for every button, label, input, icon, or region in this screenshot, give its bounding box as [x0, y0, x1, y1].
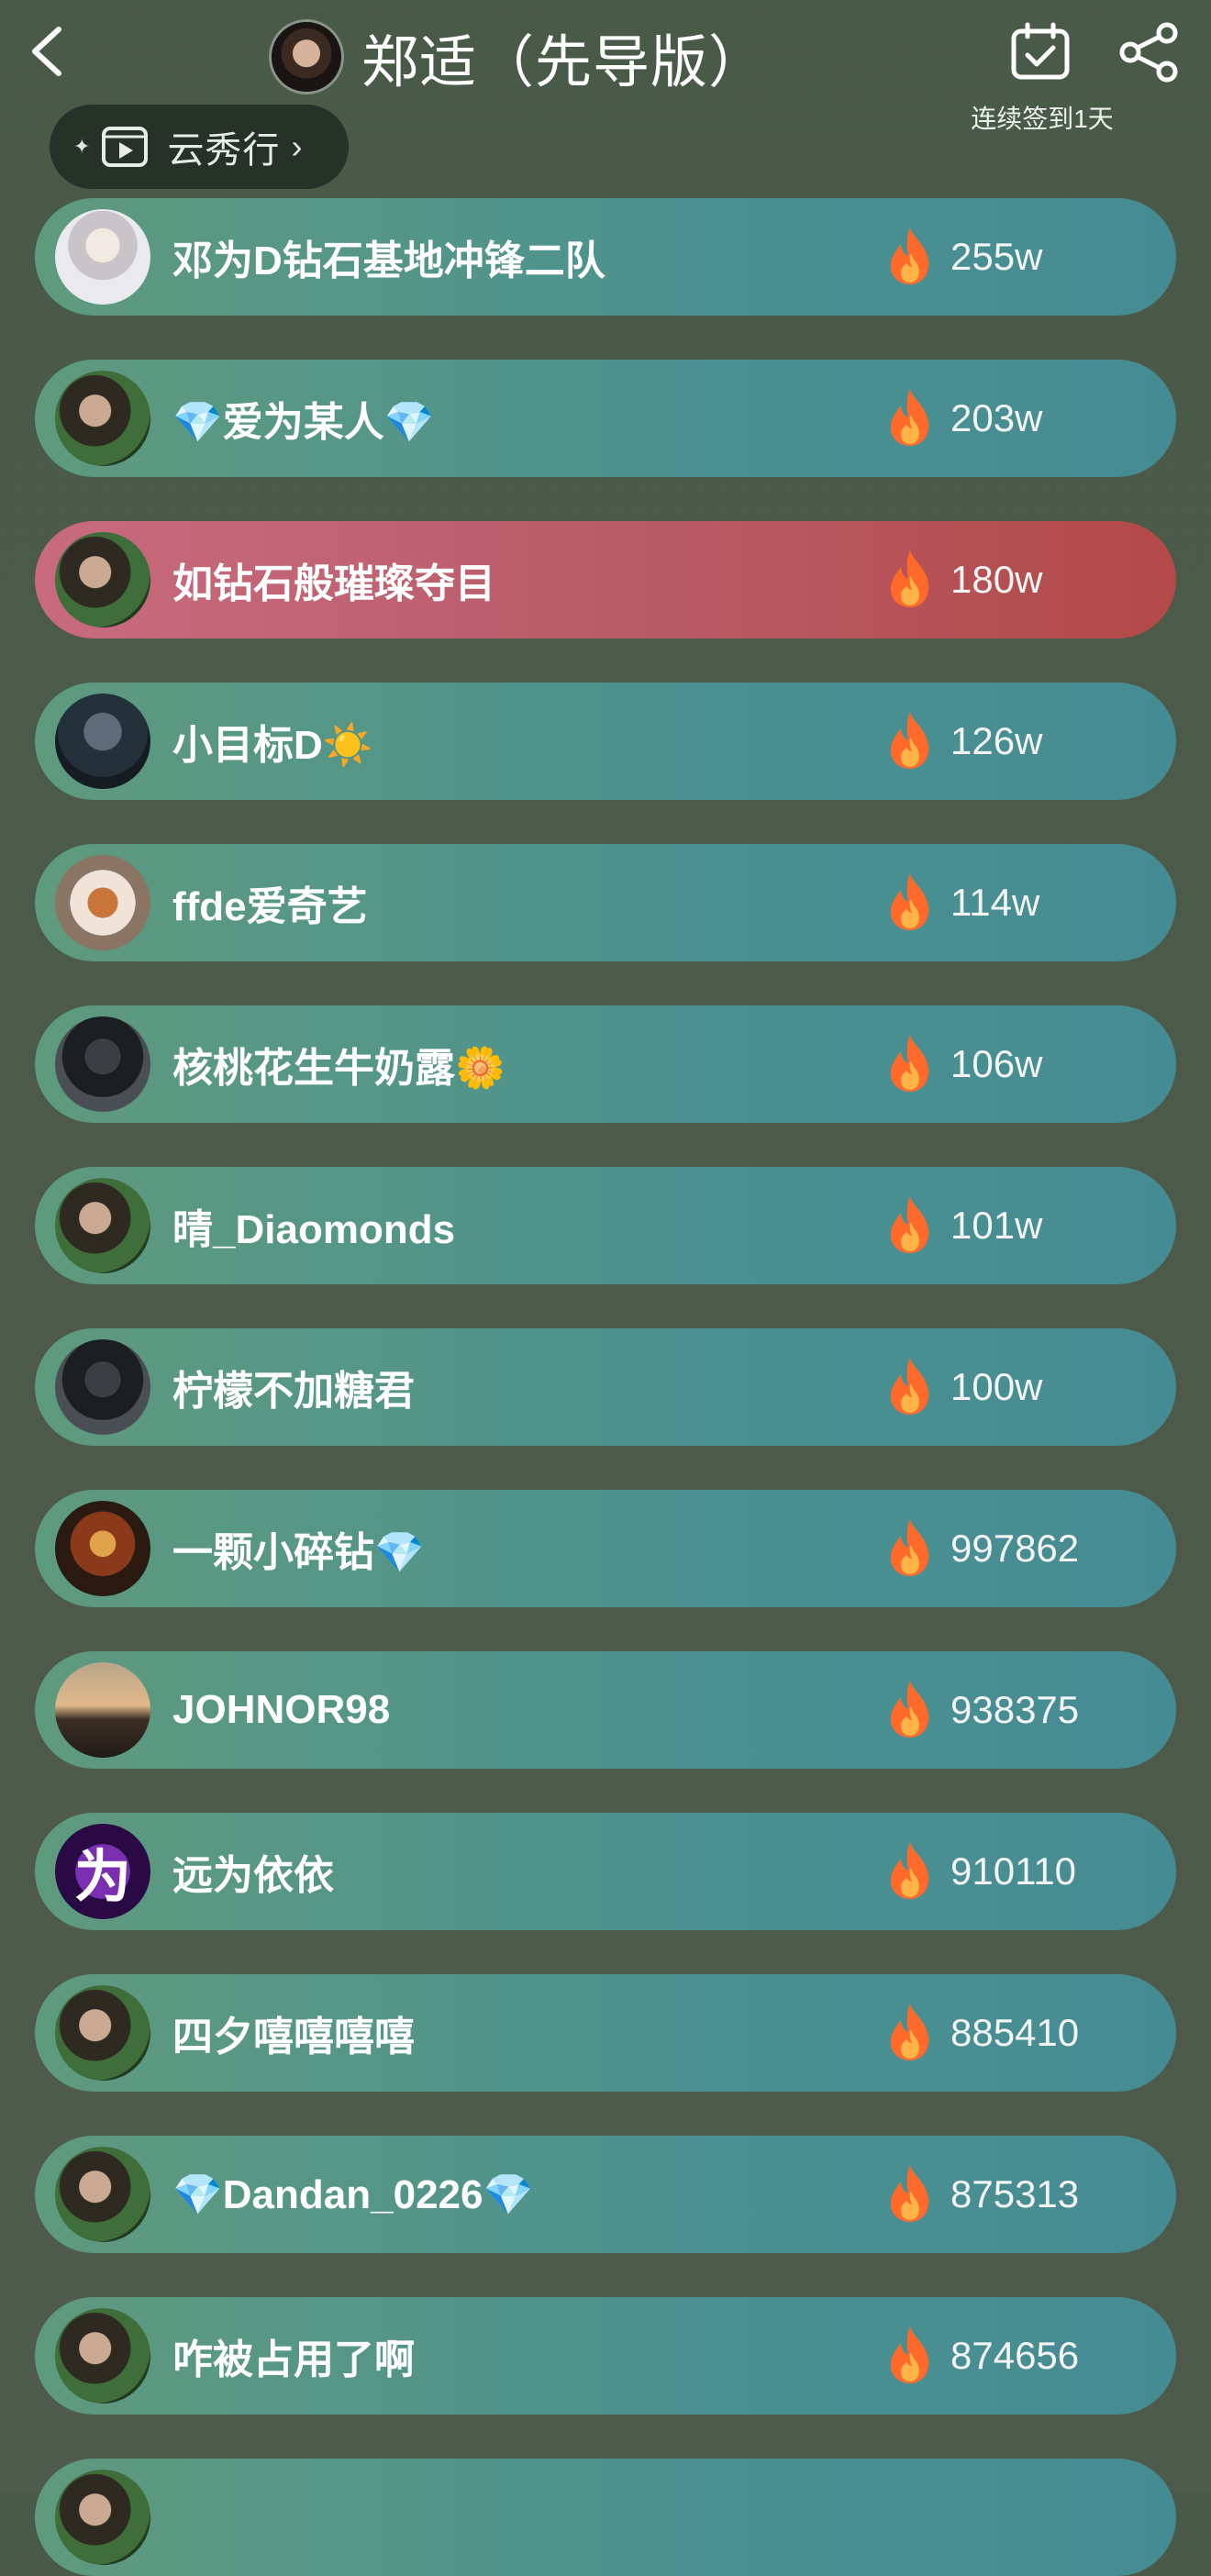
- calendar-check-icon[interactable]: [1009, 22, 1072, 81]
- list-item[interactable]: 为 远为依依 910110: [35, 1813, 1176, 1930]
- chevron-right-icon: ›: [291, 128, 303, 165]
- channel-title-group: 郑适（先导版）: [272, 22, 766, 94]
- avatar: [55, 1501, 150, 1596]
- list-item[interactable]: 小目标D☀️ 126w: [35, 683, 1176, 800]
- flame-icon: [890, 1358, 929, 1415]
- share-icon[interactable]: [1117, 20, 1182, 84]
- list-item[interactable]: JOHNOR98 938375: [35, 1651, 1176, 1769]
- fan-ranking-list: 邓为D钻石基地冲锋二队 255w 💎爱为某人💎 203w 如钻石般璀璨夺目 18…: [35, 198, 1176, 2459]
- channel-avatar[interactable]: [272, 22, 341, 92]
- avatar: [55, 2470, 150, 2565]
- flame-icon: [890, 2326, 929, 2383]
- sparkle-icon: ✦: [73, 135, 91, 158]
- flame-icon: [890, 2004, 929, 2060]
- list-item[interactable]: ffde爱奇艺 114w: [35, 844, 1176, 961]
- yunxiu-label: 云秀行: [167, 130, 281, 171]
- list-item[interactable]: 四夕嘻嘻嘻嘻 885410: [35, 1974, 1176, 2092]
- flame-icon: [890, 550, 929, 607]
- popularity-score: 203w: [950, 396, 1043, 439]
- flame-icon: [890, 873, 929, 930]
- avatar: [55, 532, 150, 627]
- popularity-score: 875313: [950, 2172, 1080, 2215]
- avatar: [55, 855, 150, 950]
- avatar: [55, 1178, 150, 1273]
- flame-icon: [890, 389, 929, 446]
- popularity-score: 180w: [950, 558, 1043, 601]
- popularity-score: 114w: [950, 881, 1040, 924]
- avatar: [55, 1016, 150, 1112]
- popularity-score: 101w: [950, 1204, 1043, 1247]
- avatar: [55, 1985, 150, 2081]
- avatar: 为: [55, 1824, 150, 1919]
- list-item[interactable]: 一颗小碎钻💎 997862: [35, 1490, 1176, 1607]
- avatar: [55, 209, 150, 305]
- popularity-score: 106w: [950, 1042, 1043, 1085]
- list-item-partial[interactable]: [35, 2459, 1176, 2576]
- flame-icon: [890, 1681, 929, 1738]
- list-item[interactable]: 柠檬不加糖君 100w: [35, 1328, 1176, 1446]
- popularity-score: 126w: [950, 719, 1043, 762]
- list-item[interactable]: 💎Dandan_0226💎 875313: [35, 2136, 1176, 2253]
- flame-icon: [890, 1196, 929, 1253]
- video-play-icon: [102, 127, 149, 167]
- avatar: [55, 371, 150, 466]
- list-item[interactable]: 💎爱为某人💎 203w: [35, 360, 1176, 477]
- page-title: 郑适（先导版）: [361, 31, 767, 94]
- list-item[interactable]: 如钻石般璀璨夺目 180w: [35, 521, 1176, 638]
- popularity-score: 938375: [950, 1688, 1080, 1731]
- list-item[interactable]: 邓为D钻石基地冲锋二队 255w: [35, 198, 1176, 316]
- flame-icon: [890, 2165, 929, 2222]
- popularity-score: 874656: [950, 2334, 1080, 2377]
- flame-icon: [890, 228, 929, 284]
- avatar: [55, 1662, 150, 1758]
- list-item[interactable]: 晴_Diaomonds 101w: [35, 1167, 1176, 1284]
- avatar: [55, 2147, 150, 2242]
- popularity-score: 910110: [950, 1849, 1077, 1893]
- flame-icon: [890, 712, 929, 769]
- checkin-streak-label[interactable]: 连续签到1天: [950, 99, 1134, 136]
- yunxiu-button[interactable]: ✦ 云秀行 ›: [50, 105, 349, 189]
- popularity-score: 885410: [950, 2011, 1080, 2054]
- flame-icon: [890, 1842, 929, 1899]
- flame-icon: [890, 1519, 929, 1576]
- list-item[interactable]: 咋被占用了啊 874656: [35, 2297, 1176, 2415]
- popularity-score: 255w: [950, 235, 1043, 278]
- avatar: [55, 1339, 150, 1435]
- list-item[interactable]: 核桃花生牛奶露🌼 106w: [35, 1005, 1176, 1123]
- avatar: [55, 2308, 150, 2404]
- avatar: [55, 694, 150, 789]
- popularity-score: 100w: [950, 1365, 1043, 1408]
- back-arrow-icon[interactable]: [24, 24, 79, 79]
- flame-icon: [890, 1035, 929, 1092]
- popularity-score: 997862: [950, 1527, 1080, 1570]
